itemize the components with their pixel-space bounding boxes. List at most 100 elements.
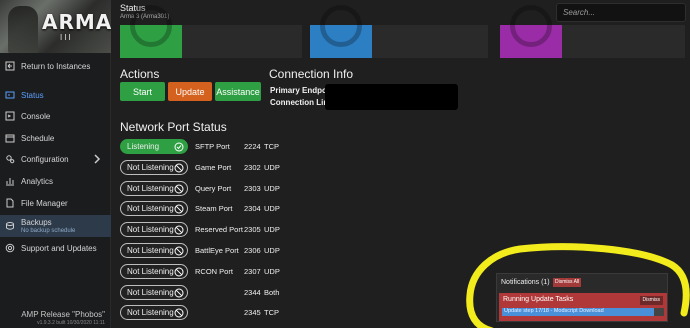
logo-subtext: III	[60, 33, 73, 42]
sidebar-item-configuration[interactable]: Configuration	[0, 149, 111, 169]
port-status-pill: Not Listening	[120, 285, 188, 300]
port-status-label: Not Listening	[127, 246, 174, 255]
chevron-right-icon	[94, 154, 101, 164]
port-name: Game Port	[195, 163, 232, 172]
port-row: Not Listening Reserved Port 2305 UDP	[120, 222, 420, 237]
port-number: 2305	[244, 225, 261, 234]
port-status-pill: Not Listening	[120, 243, 188, 258]
console-icon	[5, 111, 15, 121]
progress-bar: Update step 17/18 - Modscript Download	[502, 308, 664, 316]
sidebar-item-status[interactable]: Status	[0, 85, 111, 105]
port-row: Not Listening 2345 TCP	[120, 305, 420, 320]
notification-item: Running Update Tasks Dismiss Update step…	[499, 293, 667, 321]
port-number: 2307	[244, 267, 261, 276]
port-status-pill: Not Listening	[120, 181, 188, 196]
blocked-icon	[174, 184, 184, 194]
app-window: ARMA III Return to Instances Status Cons…	[0, 0, 690, 328]
sidebar-item-backups[interactable]: Backups No backup schedule	[0, 215, 111, 237]
port-status-label: Not Listening	[127, 308, 174, 317]
port-protocol: UDP	[264, 267, 280, 276]
port-status-pill: Not Listening	[120, 160, 188, 175]
chart-icon	[5, 176, 15, 186]
search-input[interactable]	[556, 3, 686, 22]
sidebar-item-label: Console	[21, 111, 51, 121]
port-name: Reserved Port	[195, 225, 243, 234]
port-status-label: Not Listening	[127, 288, 174, 297]
sidebar-item-label: Status	[21, 90, 44, 100]
port-status-label: Not Listening	[127, 204, 174, 213]
sidebar-item-schedule[interactable]: Schedule	[0, 128, 111, 148]
sidebar: ARMA III Return to Instances Status Cons…	[0, 0, 111, 328]
release-version: v1.9.3.2 built 10/30/2020 11:11	[37, 320, 105, 326]
port-status-label: Not Listening	[127, 163, 174, 172]
port-status-label: Not Listening	[127, 184, 174, 193]
gauge-ring	[320, 5, 362, 47]
header: Status Arma 3 (Arma301)	[111, 0, 690, 25]
blocked-icon	[174, 308, 184, 318]
sidebar-item-label: Backups	[21, 218, 52, 227]
update-button[interactable]: Update	[168, 82, 212, 101]
dismiss-button[interactable]: Dismiss	[639, 296, 663, 305]
sidebar-item-label: Return to Instances	[21, 61, 91, 71]
port-protocol: TCP	[264, 142, 279, 151]
port-name: BattlEye Port	[195, 246, 239, 255]
sidebar-item-console[interactable]: Console	[0, 106, 111, 126]
status-icon	[5, 90, 15, 100]
arma-logo[interactable]: ARMA III	[0, 0, 111, 53]
port-status-label: Not Listening	[127, 267, 174, 276]
card-swatch	[500, 5, 562, 58]
card-body	[562, 25, 685, 58]
port-protocol: UDP	[264, 225, 280, 234]
check-circle-icon	[174, 142, 184, 152]
port-protocol: UDP	[264, 246, 280, 255]
release-name: AMP Release "Phobos"	[21, 310, 105, 319]
sidebar-item-label: File Manager	[21, 198, 68, 208]
sidebar-item-file-manager[interactable]: File Manager	[0, 193, 111, 213]
port-protocol: UDP	[264, 204, 280, 213]
sidebar-item-label: Schedule	[21, 133, 55, 143]
soldier-graphic	[8, 6, 38, 53]
port-name: RCON Port	[195, 267, 233, 276]
start-button[interactable]: Start	[120, 82, 165, 101]
gears-icon	[5, 154, 15, 164]
port-status-pill: Listening	[120, 139, 188, 154]
port-number: 2303	[244, 184, 261, 193]
port-row: Listening SFTP Port 2224 TCP	[120, 139, 420, 154]
port-protocol: UDP	[264, 163, 280, 172]
dismiss-all-button[interactable]: Dismiss All	[553, 278, 582, 287]
port-status-label: Not Listening	[127, 225, 174, 234]
support-icon	[5, 243, 15, 253]
sidebar-item-support[interactable]: Support and Updates	[0, 238, 111, 258]
ports-heading: Network Port Status	[120, 120, 227, 134]
card-swatch	[120, 5, 182, 58]
file-icon	[5, 198, 15, 208]
blocked-icon	[174, 225, 184, 235]
sidebar-item-return[interactable]: Return to Instances	[0, 56, 111, 76]
backup-schedule-note: No backup schedule	[21, 228, 76, 234]
card-body	[182, 25, 302, 58]
blocked-icon	[174, 163, 184, 173]
port-row: Not Listening Game Port 2302 UDP	[120, 160, 420, 175]
task-title: Running Update Tasks	[503, 296, 574, 303]
redaction-scribble	[325, 84, 458, 110]
port-row: Not Listening Steam Port 2304 UDP	[120, 201, 420, 216]
sidebar-item-label: Support and Updates	[21, 243, 97, 253]
blocked-icon	[174, 288, 184, 298]
backup-icon	[5, 221, 15, 231]
sidebar-item-analytics[interactable]: Analytics	[0, 171, 111, 191]
port-status-pill: Not Listening	[120, 264, 188, 279]
port-number: 2344	[244, 288, 261, 297]
port-number: 2304	[244, 204, 261, 213]
port-number: 2224	[244, 142, 261, 151]
port-status-label: Listening	[127, 142, 160, 151]
calendar-icon	[5, 133, 15, 143]
assistance-button[interactable]: Assistance	[215, 82, 261, 101]
port-row: Not Listening RCON Port 2307 UDP	[120, 264, 420, 279]
port-number: 2302	[244, 163, 261, 172]
sidebar-item-label: Analytics	[21, 176, 54, 186]
blocked-icon	[174, 204, 184, 214]
notifications-title: Notifications (1)	[501, 279, 550, 286]
card-swatch	[310, 5, 372, 58]
port-status-pill: Not Listening	[120, 305, 188, 320]
port-row: Not Listening Query Port 2303 UDP	[120, 181, 420, 196]
